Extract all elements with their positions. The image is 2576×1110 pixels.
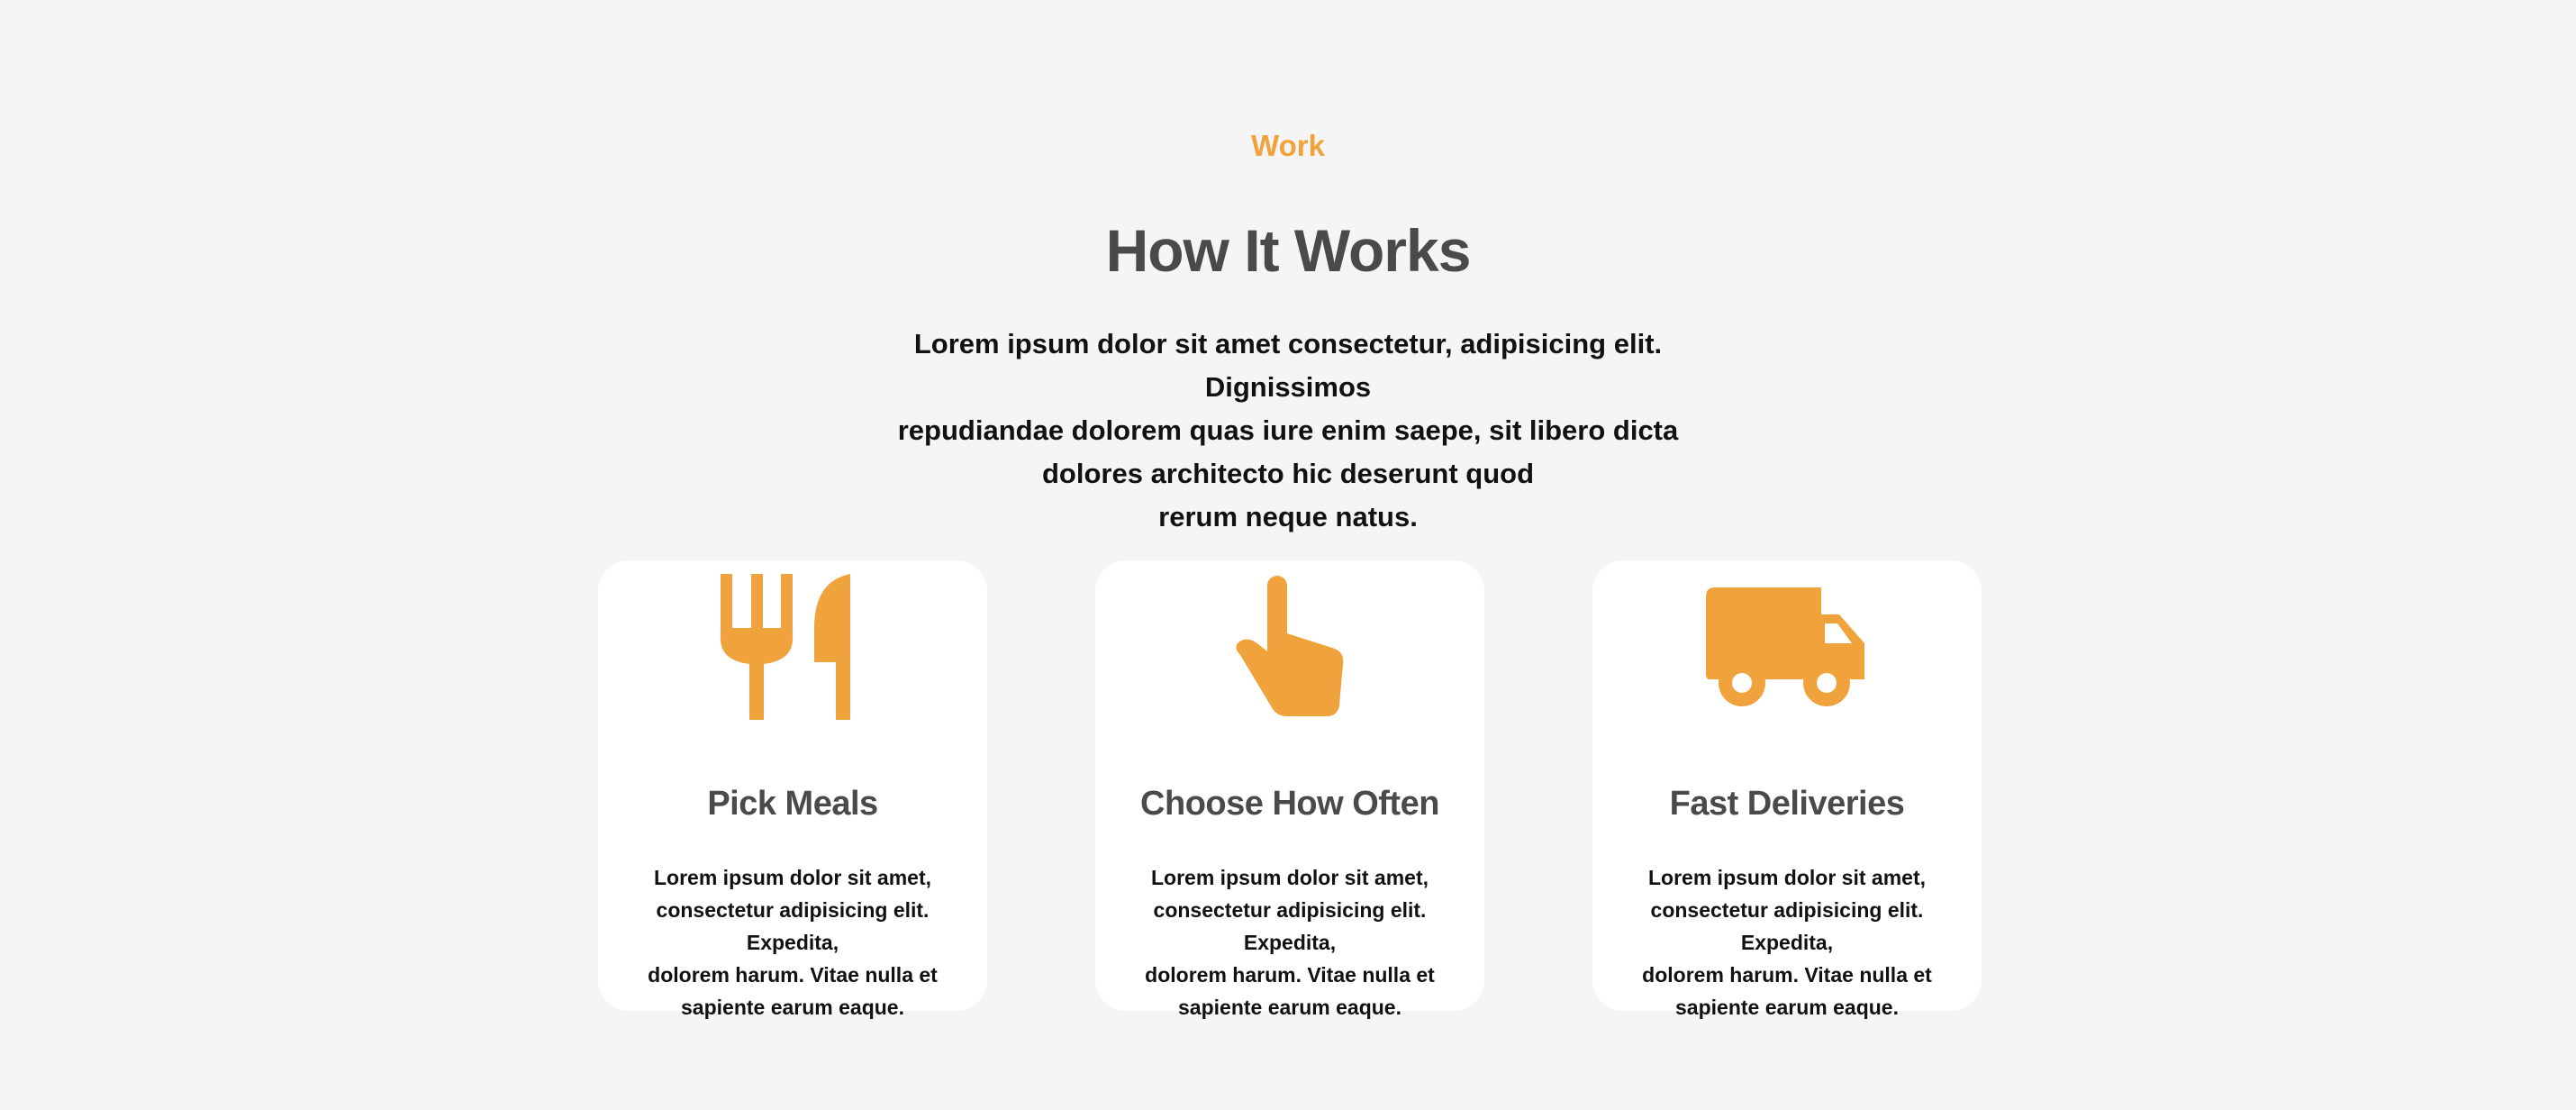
intro-line: dolores architecto hic deserunt quod [1041,458,1535,489]
card-choose-how-often: Choose How Often Lorem ipsum dolor sit a… [1095,560,1484,1019]
card-text-line: Lorem ipsum dolor sit amet, [1151,866,1429,889]
card-title: Choose How Often [1140,785,1439,823]
pointing-hand-icon [1095,571,1484,724]
intro-line: rerum neque natus. [1158,501,1418,532]
card-text-line: dolorem harum. Vitae nulla et [1145,963,1435,987]
card-text-line: dolorem harum. Vitae nulla et [1642,963,1932,987]
card-fast-deliveries: Fast Deliveries Lorem ipsum dolor sit am… [1592,560,1982,1019]
intro-line: Lorem ipsum dolor sit amet consectetur, … [913,328,1663,403]
card-text-line: Lorem ipsum dolor sit amet, [1648,866,1926,889]
card-text-line: consectetur adipisicing elit. Expedita, [656,898,930,954]
intro-line: repudiandae dolorem quas iure enim saepe… [897,414,1679,446]
card-text-line: Lorem ipsum dolor sit amet, [654,866,931,889]
card-text-line: consectetur adipisicing elit. Expedita, [1650,898,1924,954]
card-description: Lorem ipsum dolor sit amet, consectetur … [1110,861,1470,1024]
card-text-line: dolorem harum. Vitae nulla et [648,963,938,987]
fork-knife-icon [598,571,987,724]
section-intro: Lorem ipsum dolor sit amet consectetur, … [838,323,1738,539]
delivery-truck-icon [1592,571,1982,724]
card-text-line: consectetur adipisicing elit. Expedita, [1153,898,1427,954]
how-it-works-section: Work How It Works Lorem ipsum dolor sit … [0,0,2576,1110]
section-eyebrow: Work [1251,129,1325,162]
card-title: Fast Deliveries [1669,785,1905,823]
card-text-line: sapiente earum eaque. [681,996,904,1019]
card-title: Pick Meals [707,785,878,823]
card-text-line: sapiente earum eaque. [1178,996,1401,1019]
card-description: Lorem ipsum dolor sit amet, consectetur … [612,861,973,1024]
card-description: Lorem ipsum dolor sit amet, consectetur … [1607,861,1967,1024]
card-pick-meals: Pick Meals Lorem ipsum dolor sit amet, c… [598,560,987,1019]
section-title: How It Works [1105,217,1472,284]
card-text-line: sapiente earum eaque. [1675,996,1899,1019]
